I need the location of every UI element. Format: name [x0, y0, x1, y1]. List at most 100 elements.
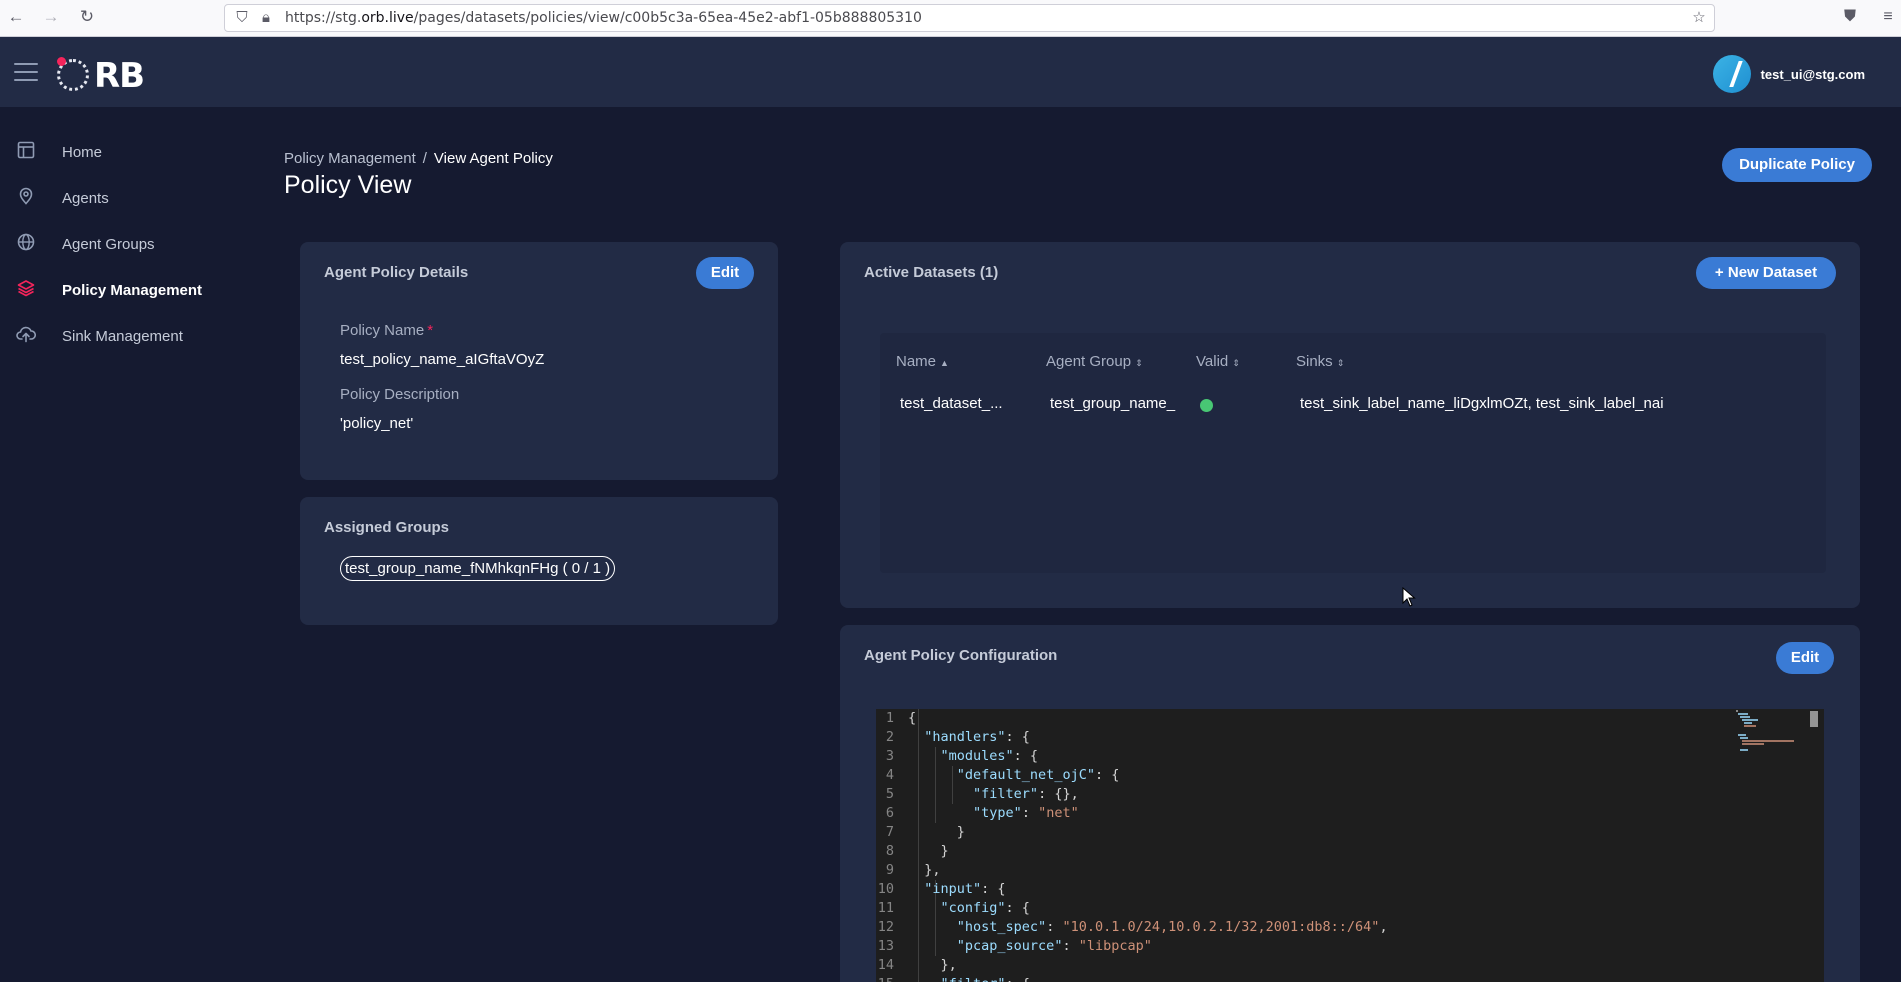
- breadcrumb-current: View Agent Policy: [433, 150, 553, 167]
- code-line[interactable]: 8 }: [876, 842, 1824, 861]
- line-number: 1: [885, 710, 894, 726]
- line-number: 6: [885, 805, 894, 821]
- sidebar-item-label: Agent Groups: [62, 235, 155, 253]
- policy-name-label: Policy Name *: [340, 322, 433, 339]
- code-text: "modules": {: [940, 748, 1039, 764]
- policy-description-value: 'policy_net': [340, 415, 414, 432]
- edit-config-button[interactable]: Edit: [1776, 642, 1834, 674]
- breadcrumb-parent-link[interactable]: Policy Management: [284, 150, 416, 167]
- line-number: 2: [885, 729, 894, 745]
- card-title: Assigned Groups: [324, 519, 450, 536]
- sidebar-item-label: Sink Management: [62, 327, 183, 345]
- line-number: 3: [885, 748, 894, 764]
- card-title: Agent Policy Details: [324, 264, 469, 281]
- line-number: 11: [877, 900, 894, 916]
- address-bar[interactable]: ⛉ 🔒︎ https://stg.orb.live/pages/datasets…: [224, 4, 1715, 32]
- layout-icon: [15, 141, 37, 163]
- policy-name-value: test_policy_name_aIGftaVOyZ: [340, 351, 545, 368]
- code-text: }: [908, 824, 965, 840]
- pocket-icon[interactable]: ⛊: [1839, 6, 1861, 28]
- sidebar-item-home[interactable]: Home: [0, 129, 256, 175]
- dataset-name-cell[interactable]: test_dataset_...: [900, 395, 1010, 412]
- code-line[interactable]: 3 "modules": {: [876, 747, 1824, 766]
- config-code-editor[interactable]: 1{2 "handlers": {3 "modules": {4 "defaul…: [876, 709, 1824, 982]
- column-header-name[interactable]: Name ▲: [896, 353, 949, 370]
- duplicate-policy-button[interactable]: Duplicate Policy: [1722, 148, 1872, 182]
- page-title: Policy View: [284, 171, 412, 199]
- column-header-valid[interactable]: Valid ⇕: [1196, 353, 1240, 370]
- breadcrumb-separator: /: [422, 150, 427, 167]
- hamburger-menu-icon[interactable]: [14, 63, 38, 81]
- code-line[interactable]: 10 "input": {: [876, 880, 1824, 899]
- logo-text: RB: [94, 56, 145, 96]
- code-line[interactable]: 15 "filter": {: [876, 975, 1824, 982]
- column-header-label: Agent Group: [1046, 353, 1132, 370]
- new-dataset-button[interactable]: + New Dataset: [1696, 257, 1836, 289]
- dataset-agent-group-cell[interactable]: test_group_name_: [1050, 395, 1178, 412]
- breadcrumb: Policy Management / View Agent Policy: [284, 150, 553, 167]
- shield-icon[interactable]: ⛉: [233, 9, 251, 27]
- code-text: "type": "net": [973, 805, 1079, 821]
- line-number: 10: [877, 881, 894, 897]
- agent-policy-details-card: Agent Policy Details Edit Policy Name * t…: [300, 242, 778, 480]
- code-text: "handlers": {: [924, 729, 1030, 745]
- reload-icon[interactable]: ↻: [76, 6, 98, 28]
- plus-icon: +: [1714, 264, 1728, 281]
- datasets-table: Name ▲ Agent Group ⇕ Valid ⇕ Sinks ⇕ test_da…: [880, 333, 1826, 573]
- back-icon[interactable]: ←: [5, 6, 27, 28]
- line-number: 5: [885, 786, 894, 802]
- code-text: }: [908, 843, 949, 859]
- forward-icon[interactable]: →: [40, 6, 62, 28]
- code-line[interactable]: 9 },: [876, 861, 1824, 880]
- line-number: 13: [877, 938, 894, 954]
- code-text: "config": {: [940, 900, 1030, 916]
- code-text: "default_net_ojC": {: [956, 767, 1120, 783]
- pin-icon: [15, 187, 37, 209]
- code-line[interactable]: 6 "type": "net": [876, 804, 1824, 823]
- new-dataset-label: New Dataset: [1727, 264, 1818, 281]
- user-email: test_ui@stg.com: [1760, 66, 1865, 82]
- dataset-sinks-cell[interactable]: test_sink_label_name_liDgxlmOZt, test_si…: [1300, 395, 1686, 412]
- card-title: Active Datasets (1): [864, 264, 999, 281]
- sidebar-item-agents[interactable]: Agents: [0, 175, 256, 221]
- mouse-cursor-icon: [1402, 586, 1416, 607]
- code-text: "input": {: [924, 881, 1006, 897]
- avatar[interactable]: [1712, 55, 1751, 93]
- group-chip[interactable]: test_group_name_fNMhkqnFHg ( 0 / 1 ): [340, 556, 616, 581]
- lock-icon: 🔒︎: [262, 9, 270, 26]
- line-number: 7: [885, 824, 894, 840]
- sidebar-item-sink-management[interactable]: Sink Management: [0, 313, 256, 359]
- code-line[interactable]: 2 "handlers": {: [876, 728, 1824, 747]
- url-domain: orb.live: [361, 10, 414, 26]
- code-line[interactable]: 1{: [876, 709, 1824, 728]
- column-header-sinks[interactable]: Sinks ⇕: [1296, 353, 1344, 370]
- code-line[interactable]: 5 "filter": {},: [876, 785, 1824, 804]
- code-line[interactable]: 4 "default_net_ojC": {: [876, 766, 1824, 785]
- menu-icon[interactable]: ≡: [1877, 6, 1899, 28]
- code-text: },: [908, 862, 941, 878]
- card-title: Agent Policy Configuration: [864, 647, 1058, 664]
- user-menu[interactable]: test_ui@stg.com: [1712, 55, 1865, 93]
- code-text: "pcap_source": "libpcap": [956, 938, 1152, 954]
- code-line[interactable]: 13 "pcap_source": "libpcap": [876, 937, 1824, 956]
- orb-logo[interactable]: RB: [56, 56, 152, 96]
- code-line[interactable]: 7 }: [876, 823, 1824, 842]
- sidebar-item-policy-management[interactable]: Policy Management: [0, 267, 256, 313]
- line-number: 12: [877, 919, 894, 935]
- code-line[interactable]: 11 "config": {: [876, 899, 1824, 918]
- sidebar-item-label: Agents: [62, 189, 109, 207]
- sort-icon: ⇕: [1135, 358, 1143, 368]
- code-text: {: [908, 710, 917, 726]
- code-line[interactable]: 14 },: [876, 956, 1824, 975]
- sidebar-item-agent-groups[interactable]: Agent Groups: [0, 221, 256, 267]
- url-text: https://stg.orb.live/pages/datasets/poli…: [285, 5, 922, 32]
- star-icon[interactable]: ☆: [1690, 9, 1708, 27]
- url-path: /pages/datasets/policies/view/c00b5c3a-6…: [413, 10, 922, 26]
- edit-details-button[interactable]: Edit: [696, 257, 754, 289]
- code-text: },: [908, 957, 957, 973]
- code-line[interactable]: 12 "host_spec": "10.0.1.0/24,10.0.2.1/32…: [876, 918, 1824, 937]
- sort-asc-icon: ▲: [940, 358, 949, 368]
- policy-name-label-text: Policy Name: [340, 322, 425, 339]
- code-text: "filter": {: [908, 975, 1030, 982]
- column-header-agent-group[interactable]: Agent Group ⇕: [1046, 353, 1143, 370]
